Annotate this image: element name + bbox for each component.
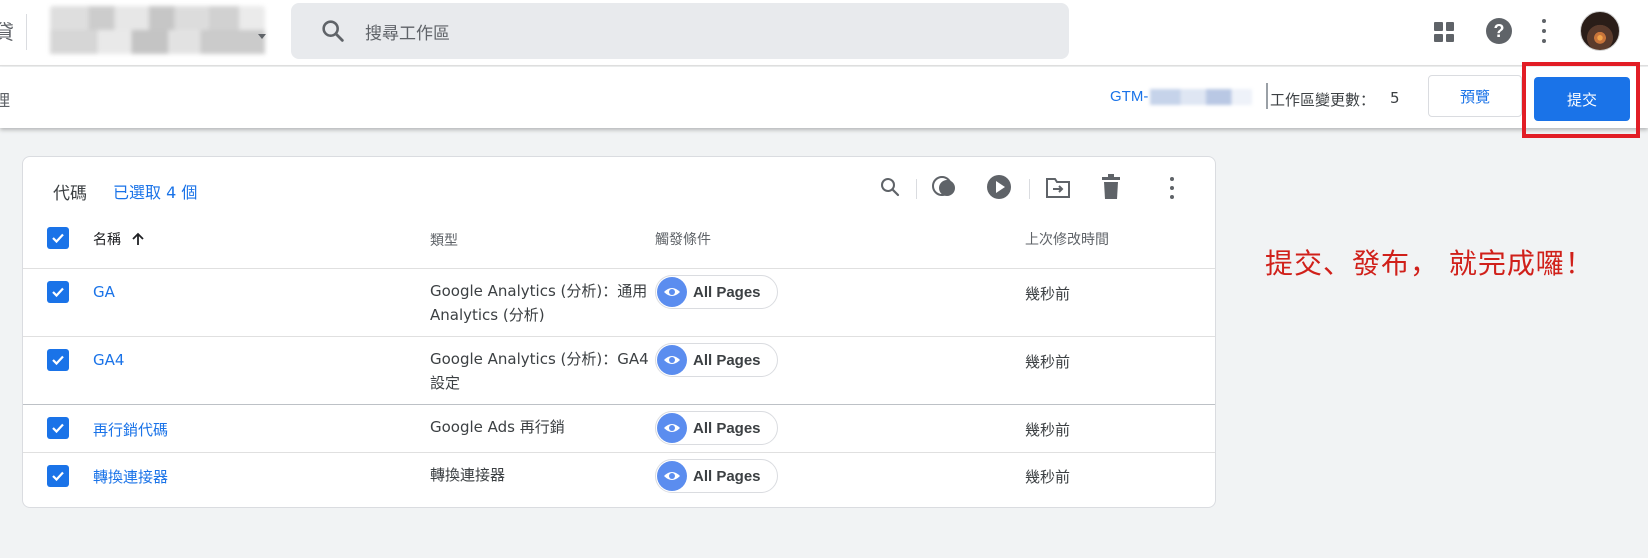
divider [26,14,27,50]
last-modified: 幾秒前 [1025,421,1071,439]
table-row[interactable]: 轉換連接器 轉換連接器 All Pages 幾秒前 [23,452,1215,507]
workspace-changes-count: 5 [1390,89,1400,107]
container-id[interactable]: GTM- [1110,88,1148,105]
checkbox-checked-icon [47,417,69,439]
toolbar-divider [916,179,917,199]
top-app-bar: 貸 搜尋工作區 ? [0,0,1648,66]
chevron-down-icon[interactable] [258,34,266,39]
trigger-chip[interactable]: All Pages [655,459,778,493]
workspace-bar: 理 GTM- 工作區變更數： 5 預覽 [0,67,1648,128]
submit-button[interactable]: 提交 [1534,77,1630,121]
card-title: 代碼 [53,184,87,204]
table-row[interactable]: GA Google Analytics (分析)：通用 Analytics (分… [23,268,1215,336]
tag-type: Google Analytics (分析)：通用 Analytics (分析) [430,282,648,324]
more-vert-icon[interactable] [1169,177,1175,199]
search-input[interactable]: 搜尋工作區 [365,19,450,44]
text-cursor [1266,83,1268,109]
play-icon[interactable] [985,173,1013,201]
more-vert-icon[interactable] [1541,19,1547,43]
clipped-title-text: 貸 [0,20,14,44]
account-container-switcher[interactable] [50,6,265,54]
tag-name-link[interactable]: GA4 [93,351,124,369]
row-checkbox[interactable] [47,417,69,439]
tag-type: Google Analytics (分析)：GA4 設定 [430,350,649,392]
table-row[interactable]: 再行銷代碼 Google Ads 再行銷 All Pages 幾秒前 [23,404,1215,452]
trigger-label: All Pages [693,467,761,485]
search-icon [322,20,344,42]
toolbar-divider [1029,179,1030,199]
trigger-chip[interactable]: All Pages [655,343,778,377]
trigger-label: All Pages [693,419,761,437]
tag-type: 轉換連接器 [430,466,506,484]
row-checkbox[interactable] [47,349,69,371]
tag-type: Google Ads 再行銷 [430,418,565,436]
eye-icon [657,413,687,443]
workspace-changes-label: 工作區變更數： [1270,91,1376,109]
tag-name-link[interactable]: 轉換連接器 [93,466,168,487]
search-icon[interactable] [876,173,904,201]
trigger-label: All Pages [693,283,761,301]
apps-icon[interactable] [1434,22,1454,42]
column-header-trigger[interactable]: 觸發條件 [655,229,711,249]
compare-icon[interactable] [931,173,959,201]
eye-icon [657,461,687,491]
container-id-redacted [1150,89,1252,105]
tags-card: 代碼 已選取 4 個 名稱 類型 觸發條件 上次修改時間 GA Google A… [22,156,1216,508]
tag-name-link[interactable]: GA [93,283,115,301]
checkbox-checked-icon [47,281,69,303]
table-row[interactable]: GA4 Google Analytics (分析)：GA4 設定 All Pag… [23,336,1215,404]
eye-icon [657,345,687,375]
table-header: 名稱 類型 觸發條件 上次修改時間 [23,227,1215,273]
trigger-label: All Pages [693,351,761,369]
help-icon[interactable]: ? [1486,18,1512,44]
select-all-checkbox[interactable] [47,227,69,249]
last-modified: 幾秒前 [1025,353,1071,371]
row-checkbox[interactable] [47,465,69,487]
clipped-nav-text[interactable]: 理 [0,87,10,111]
avatar[interactable] [1580,11,1620,51]
eye-icon [657,277,687,307]
workspace-search[interactable]: 搜尋工作區 [291,3,1069,59]
checkbox-checked-icon [47,349,69,371]
column-header-name[interactable]: 名稱 [93,229,145,249]
row-checkbox[interactable] [47,281,69,303]
checkbox-checked-icon [47,465,69,487]
last-modified: 幾秒前 [1025,468,1071,486]
checkbox-checked-icon [47,227,69,249]
trigger-chip[interactable]: All Pages [655,275,778,309]
column-header-modified[interactable]: 上次修改時間 [1025,229,1109,249]
delete-icon[interactable] [1097,173,1125,201]
move-to-folder-icon[interactable] [1044,173,1072,201]
sort-arrow-up-icon [132,232,145,245]
last-modified: 幾秒前 [1025,285,1071,303]
column-header-type[interactable]: 類型 [430,229,662,253]
selection-count: 已選取 4 個 [113,183,198,202]
preview-button[interactable]: 預覽 [1428,75,1522,117]
tag-name-link[interactable]: 再行銷代碼 [93,419,168,440]
trigger-chip[interactable]: All Pages [655,411,778,445]
annotation-text: 提交、發布， 就完成囉！ [1265,247,1594,280]
